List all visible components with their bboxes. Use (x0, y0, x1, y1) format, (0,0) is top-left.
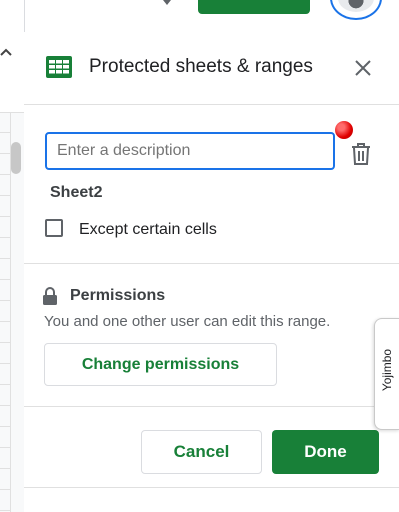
grid-rows (0, 112, 11, 512)
range-sheet-name: Sheet2 (50, 184, 103, 201)
yojimbo-side-tab[interactable]: Yojimbo (374, 318, 399, 430)
share-button[interactable] (198, 0, 310, 14)
permissions-description: You and one other user can edit this ran… (44, 313, 331, 330)
sheets-icon (46, 56, 72, 78)
panel-header: Protected sheets & ranges (24, 32, 399, 105)
spreadsheet-edge (0, 0, 25, 512)
scrollbar-thumb[interactable] (11, 142, 21, 174)
except-cells-label: Except certain cells (79, 221, 217, 238)
change-permissions-button[interactable]: Change permissions (44, 343, 277, 386)
dropdown-arrow-icon[interactable] (162, 0, 172, 8)
panel-title: Protected sheets & ranges (89, 56, 313, 77)
except-cells-checkbox[interactable] (45, 219, 63, 237)
trash-icon[interactable] (350, 142, 372, 166)
description-input[interactable] (45, 132, 335, 170)
close-icon[interactable] (354, 59, 372, 77)
avatar-image (338, 0, 374, 12)
lock-icon (43, 287, 57, 305)
permissions-heading: Permissions (70, 287, 166, 304)
notification-dot (335, 121, 353, 139)
avatar[interactable] (330, 0, 382, 20)
done-button[interactable]: Done (272, 430, 379, 474)
divider (24, 487, 399, 488)
cancel-button[interactable]: Cancel (141, 430, 262, 474)
divider (24, 406, 399, 407)
protected-ranges-panel: Protected sheets & ranges Sheet2 Except … (24, 32, 399, 512)
yojimbo-label: Yojimbo (380, 348, 394, 392)
divider (24, 263, 399, 264)
chevron-up-icon[interactable] (0, 46, 12, 60)
